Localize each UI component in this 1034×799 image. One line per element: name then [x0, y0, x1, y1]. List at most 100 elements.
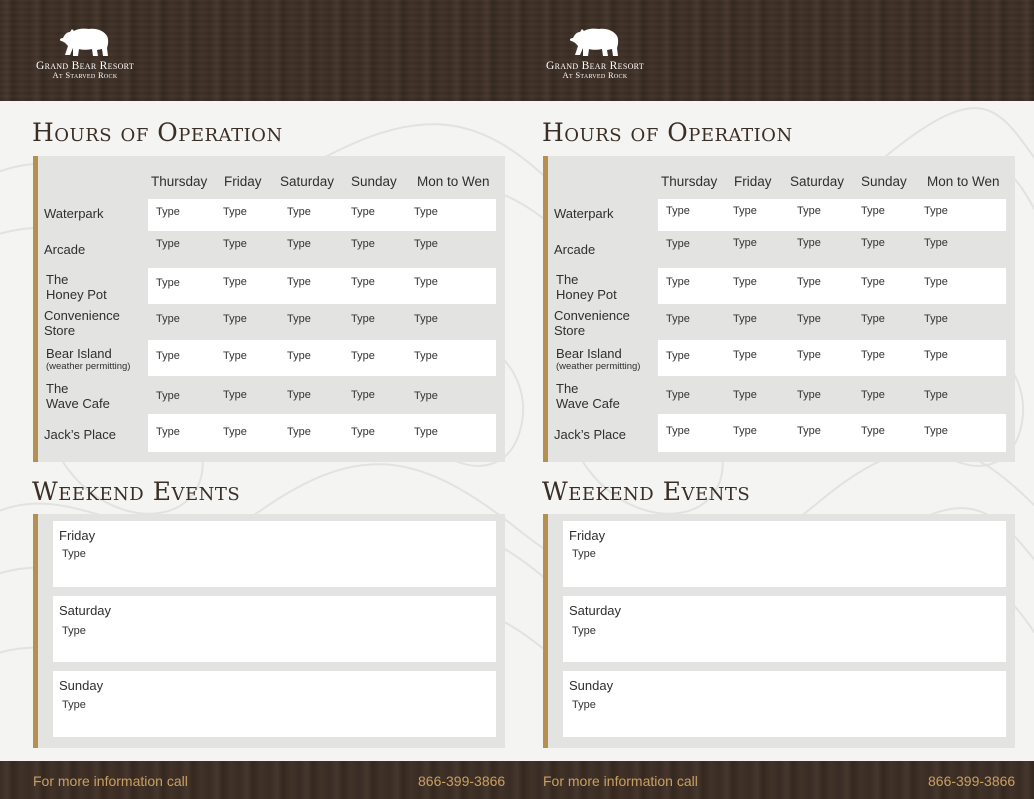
hours-cell[interactable]: Type: [414, 238, 438, 250]
hours-cell[interactable]: Type: [861, 425, 885, 437]
hours-cell[interactable]: Type: [414, 390, 438, 402]
event-text[interactable]: Type: [62, 699, 86, 711]
bear-icon: [59, 28, 109, 56]
hours-cell[interactable]: Type: [861, 237, 885, 249]
hours-cell[interactable]: Type: [666, 389, 690, 401]
hours-cell[interactable]: Type: [287, 350, 311, 362]
events-title: Weekend Events: [542, 477, 751, 506]
table-row: Type Type Type Type Type: [148, 232, 496, 266]
hours-cell[interactable]: Type: [733, 389, 757, 401]
hours-cell[interactable]: Type: [861, 276, 885, 288]
row-label-waterpark: Waterpark: [554, 206, 614, 221]
event-text[interactable]: Type: [62, 548, 86, 560]
hours-cell[interactable]: Type: [797, 313, 821, 325]
hours-cell[interactable]: Type: [924, 237, 948, 249]
hours-cell[interactable]: Type: [733, 425, 757, 437]
row-label-honey-pot: The Honey Pot: [556, 272, 617, 302]
hours-cell[interactable]: Type: [287, 238, 311, 250]
hours-cell[interactable]: Type: [924, 389, 948, 401]
hours-cell[interactable]: Type: [733, 237, 757, 249]
table-row: Type Type Type Type Type: [658, 378, 1006, 412]
event-card-sunday: Sunday Type: [53, 671, 496, 737]
hours-cell[interactable]: Type: [797, 276, 821, 288]
hours-cell[interactable]: Type: [351, 206, 375, 218]
event-text[interactable]: Type: [62, 625, 86, 637]
hours-cell[interactable]: Type: [414, 426, 438, 438]
hours-cell[interactable]: Type: [156, 206, 180, 218]
hours-cell[interactable]: Type: [924, 349, 948, 361]
hours-cell[interactable]: Type: [156, 426, 180, 438]
table-row: Type Type Type Type Type: [658, 232, 1006, 266]
hours-cell[interactable]: Type: [666, 276, 690, 288]
hours-cell[interactable]: Type: [223, 389, 247, 401]
hours-cell[interactable]: Type: [287, 389, 311, 401]
hours-cell[interactable]: Type: [287, 426, 311, 438]
hours-cell[interactable]: Type: [351, 389, 375, 401]
row-label-wave-cafe: The Wave Cafe: [46, 381, 110, 411]
hours-cell[interactable]: Type: [414, 276, 438, 288]
hours-cell[interactable]: Type: [223, 206, 247, 218]
hours-cell[interactable]: Type: [666, 313, 690, 325]
hours-cell[interactable]: Type: [156, 390, 180, 402]
hours-cell[interactable]: Type: [156, 238, 180, 250]
hours-cell[interactable]: Type: [351, 313, 375, 325]
hours-cell[interactable]: Type: [733, 349, 757, 361]
row-label-jacks-place: Jack’s Place: [44, 427, 117, 442]
column-header-saturday: Saturday: [280, 174, 335, 189]
column-header-friday: Friday: [734, 174, 772, 189]
event-day-label: Saturday: [569, 603, 622, 618]
hours-cell[interactable]: Type: [156, 350, 180, 362]
column-header-mon-to-wen: Mon to Wen: [927, 174, 1000, 189]
hours-cell[interactable]: Type: [733, 313, 757, 325]
event-text[interactable]: Type: [572, 548, 596, 560]
hours-cell[interactable]: Type: [223, 238, 247, 250]
event-text[interactable]: Type: [572, 625, 596, 637]
hours-cell[interactable]: Type: [861, 205, 885, 217]
hours-cell[interactable]: Type: [924, 276, 948, 288]
hours-cell[interactable]: Type: [351, 238, 375, 250]
hours-cell[interactable]: Type: [924, 425, 948, 437]
hours-cell[interactable]: Type: [223, 426, 247, 438]
hours-cell[interactable]: Type: [666, 205, 690, 217]
hours-cell[interactable]: Type: [287, 276, 311, 288]
hours-cell[interactable]: Type: [733, 276, 757, 288]
hours-cell[interactable]: Type: [797, 237, 821, 249]
hours-cell[interactable]: Type: [223, 276, 247, 288]
event-text[interactable]: Type: [572, 699, 596, 711]
hours-cell[interactable]: Type: [414, 313, 438, 325]
hours-cell[interactable]: Type: [861, 313, 885, 325]
hours-cell[interactable]: Type: [287, 206, 311, 218]
column-header-mon-to-wen: Mon to Wen: [417, 174, 490, 189]
hours-cell[interactable]: Type: [924, 313, 948, 325]
hours-cell[interactable]: Type: [861, 389, 885, 401]
hours-cell[interactable]: Type: [666, 350, 690, 362]
hours-cell[interactable]: Type: [351, 426, 375, 438]
row-label-jacks-place: Jack’s Place: [554, 427, 627, 442]
row-label-convenience-store: Convenience Store: [554, 308, 630, 338]
hours-cell[interactable]: Type: [351, 276, 375, 288]
row-label-wave-cafe: The Wave Cafe: [556, 381, 620, 411]
hours-cell[interactable]: Type: [223, 313, 247, 325]
hours-cell[interactable]: Type: [223, 350, 247, 362]
hours-cell[interactable]: Type: [797, 389, 821, 401]
hours-cell[interactable]: Type: [797, 349, 821, 361]
event-day-label: Friday: [59, 528, 96, 543]
hours-cell[interactable]: Type: [861, 349, 885, 361]
hours-cell[interactable]: Type: [351, 350, 375, 362]
table-row: Type Type Type Type Type: [148, 378, 496, 412]
hours-cell[interactable]: Type: [156, 277, 180, 289]
hours-cell[interactable]: Type: [797, 425, 821, 437]
hours-cell[interactable]: Type: [666, 238, 690, 250]
hours-cell[interactable]: Type: [666, 425, 690, 437]
hours-cell[interactable]: Type: [924, 205, 948, 217]
hours-cell[interactable]: Type: [414, 206, 438, 218]
hours-cell[interactable]: Type: [414, 350, 438, 362]
table-row: Type Type Type Type Type: [148, 305, 496, 339]
hours-cell[interactable]: Type: [797, 205, 821, 217]
weather-note: (weather permitting): [46, 361, 131, 372]
weather-note: (weather permitting): [556, 361, 641, 372]
hours-cell[interactable]: Type: [733, 205, 757, 217]
footer-phone: 866-399-3866: [418, 773, 506, 789]
hours-cell[interactable]: Type: [156, 313, 180, 325]
hours-cell[interactable]: Type: [287, 313, 311, 325]
